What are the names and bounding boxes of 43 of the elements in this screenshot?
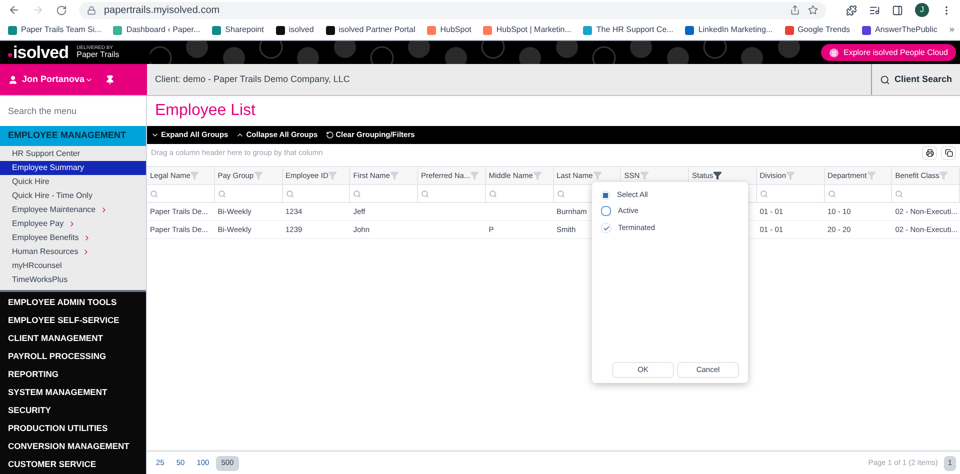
menu-group[interactable]: SYSTEM MANAGEMENT <box>0 383 146 401</box>
menu-item[interactable]: Quick Hire <box>0 175 146 189</box>
bookmark[interactable]: isolved <box>276 24 314 36</box>
client-search-button[interactable]: Client Search <box>871 64 960 95</box>
partner-name: Paper Trails <box>76 51 120 59</box>
menu-item[interactable]: Employee Maintenance <box>0 203 146 217</box>
menu-item[interactable]: Human Resources <box>0 245 146 259</box>
bookmark[interactable]: HubSpot <box>427 24 472 36</box>
menu-item[interactable]: HR Support Center <box>0 147 146 161</box>
bookmark[interactable]: Paper Trails Team Si... <box>8 24 102 36</box>
menu-item[interactable]: Quick Hire - Time Only <box>0 189 146 203</box>
more-bookmarks[interactable]: » <box>949 23 954 37</box>
user-menu[interactable]: Jon Portanova <box>22 72 93 86</box>
menu-group[interactable]: EMPLOYEE ADMIN TOOLS <box>0 293 146 311</box>
menu-item[interactable]: Employee Pay <box>0 217 146 231</box>
bookmark[interactable]: isolved Partner Portal <box>326 24 416 36</box>
bookmark[interactable]: Dashboard ‹ Paper... <box>113 24 200 36</box>
menu-item[interactable]: Employee Summary <box>0 161 146 175</box>
menu-item[interactable]: Employee Benefits <box>0 231 146 245</box>
bookmark[interactable]: HubSpot | Marketin... <box>483 24 572 36</box>
menu-item[interactable]: myHRcounsel <box>0 259 146 273</box>
bookmark[interactable]: The HR Support Ce... <box>583 24 674 36</box>
menu-group[interactable]: CONVERSION MANAGEMENT <box>0 437 146 455</box>
bookmark[interactable]: LinkedIn Marketing... <box>685 24 773 36</box>
bookmark[interactable]: Google Trends <box>784 24 850 36</box>
page-title: Employee List <box>154 101 256 121</box>
menu-group[interactable]: CLIENT MANAGEMENT <box>0 329 146 347</box>
address-bar[interactable]: papertrails.myisolved.com <box>79 2 826 18</box>
logo: isolved <box>13 44 69 61</box>
profile-avatar[interactable]: J <box>915 3 929 17</box>
client-name: Client: demo - Paper Trails Demo Company, LLC <box>154 72 351 86</box>
menu-search-field[interactable]: Search the menu <box>0 96 146 126</box>
menu-group[interactable]: PAYROLL PROCESSING <box>0 347 146 365</box>
menu-item[interactable]: TimeWorksPlus <box>0 273 146 287</box>
menu-group[interactable]: REPORTING <box>0 365 146 383</box>
menu-group[interactable]: PRODUCTION UTILITIES <box>0 419 146 437</box>
menu-group[interactable]: EMPLOYEE SELF-SERVICE <box>0 311 146 329</box>
promo-button[interactable]: Explore isolved People Cloud <box>821 44 956 61</box>
bookmark[interactable]: AnswerThePublic <box>862 24 938 36</box>
menu-group[interactable]: SECURITY <box>0 401 146 419</box>
menu-group[interactable]: CUSTOMER SERVICE <box>0 455 146 473</box>
bookmark[interactable]: Sharepoint <box>212 24 264 36</box>
section-header[interactable]: EMPLOYEE MANAGEMENT <box>0 126 146 146</box>
